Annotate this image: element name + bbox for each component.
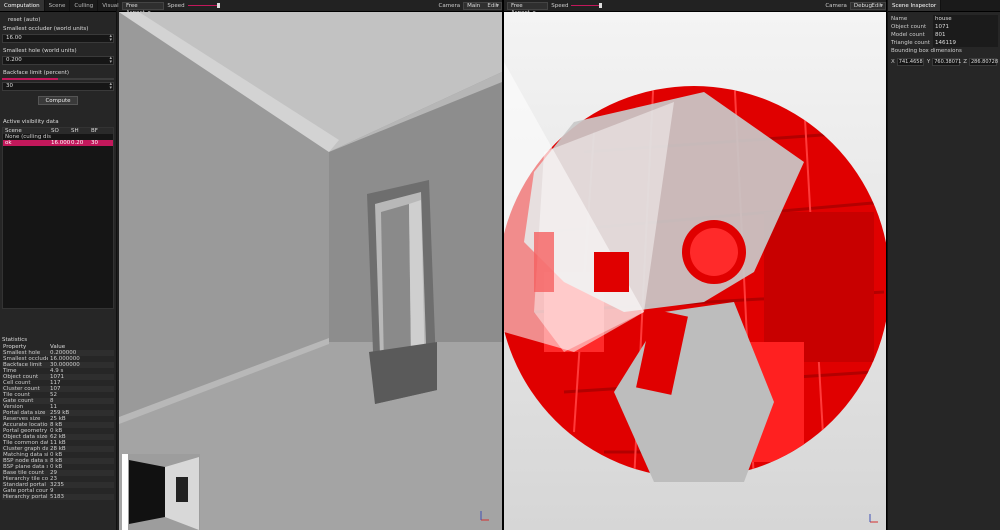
main-speed-label: Speed xyxy=(167,2,185,9)
red-block xyxy=(534,232,554,292)
main-viewport[interactable] xyxy=(119,12,502,530)
inspector-row: Object count 1071 xyxy=(888,23,1000,31)
stat-value: 5183 xyxy=(50,494,64,500)
inspector-row: Model count 801 xyxy=(888,31,1000,39)
bbox-y-field[interactable]: 760.38071 xyxy=(932,58,961,66)
inspector-tabbar: Scene Inspector xyxy=(888,0,1000,12)
statistics-table: Property Value Smallest hole 0.200000 Smal… xyxy=(2,344,114,500)
slider-handle[interactable] xyxy=(599,2,603,8)
inspector-row: Triangle count 146119 xyxy=(888,39,1000,47)
spin-arrows-icon[interactable]: ▴ ▾ xyxy=(109,82,112,91)
computation-panel: Computation Scene Culling Visualizations… xyxy=(0,0,145,530)
main-camera-label: Camera xyxy=(438,2,461,9)
bbox-label: Bounding box dimensions xyxy=(891,48,962,54)
smallest-hole-value: 0.200 xyxy=(6,57,22,63)
tab-computation[interactable]: Computation xyxy=(0,0,45,11)
inspector-row: Name house xyxy=(888,15,1000,23)
visibility-data-title: Active visibility data xyxy=(3,119,59,125)
main-viewport-toolbar: Free Aspect▾ Speed Camera Main▾ Edit xyxy=(119,0,502,16)
visibility-data-table: Scene SO SH BF None (culling disabl.. ok… xyxy=(2,127,114,309)
debug-speed-label: Speed xyxy=(551,2,569,9)
smallest-hole-label: Smallest hole (world units) xyxy=(3,48,77,54)
smallest-hole-input[interactable]: 0.200 ▴ ▾ xyxy=(2,56,114,65)
table-row[interactable]: ok 16.000 0.20 30 xyxy=(3,140,113,146)
tab-culling[interactable]: Culling xyxy=(70,0,99,11)
main-aspect-dropdown[interactable]: Free Aspect▾ xyxy=(122,1,165,16)
left-tabbar: Computation Scene Culling Visualizations xyxy=(0,0,145,12)
bbox-x-field[interactable]: 741.4658 xyxy=(896,58,924,66)
door-panel xyxy=(381,204,411,367)
backface-label: Backface limit (percent) xyxy=(3,70,70,76)
spin-arrows-icon[interactable]: ▴ ▾ xyxy=(109,56,112,65)
table-row[interactable]: Hierarchy portal co..5183 xyxy=(2,494,114,500)
red-block xyxy=(594,252,629,292)
main-scene-render xyxy=(119,12,502,530)
main-edit-button[interactable]: Edit xyxy=(487,3,498,9)
stat-property: Hierarchy portal co.. xyxy=(3,494,48,500)
reset-button[interactable]: reset (auto) xyxy=(5,16,43,24)
debug-camera-label: Camera xyxy=(825,2,847,9)
minimap-door xyxy=(176,477,188,502)
debug-viewport-toolbar: Free Aspect▾ Speed Camera Debug▾ Edit xyxy=(504,0,886,16)
statistics-title: Statistics xyxy=(2,337,28,343)
compute-button[interactable]: Compute xyxy=(38,96,78,105)
inspector-properties: Name house Object count 1071 Model count 80… xyxy=(888,12,1000,66)
debug-viewport[interactable] xyxy=(504,12,886,530)
backface-slider-fill xyxy=(2,78,58,80)
smallest-occluder-value: 16.00 xyxy=(6,35,22,41)
scene-inspector-panel: Scene Inspector Name house Object count 10… xyxy=(887,0,1000,530)
smallest-occluder-label: Smallest occluder (world units) xyxy=(3,26,89,32)
slider-handle[interactable] xyxy=(216,2,220,8)
debug-edit-button[interactable]: Edit xyxy=(871,3,882,9)
minimap-wall xyxy=(129,460,165,524)
backface-slider[interactable] xyxy=(2,78,114,80)
main-speed-slider[interactable] xyxy=(187,2,220,8)
debug-scene-render xyxy=(504,12,886,530)
tab-scene-inspector[interactable]: Scene Inspector xyxy=(888,0,942,11)
bbox-fields: X 741.4658 Y 760.38071 Z 286.80728 xyxy=(891,58,999,66)
backface-input[interactable]: 30 ▴ ▾ xyxy=(2,82,114,91)
debug-aspect-dropdown[interactable]: Free Aspect▾ xyxy=(507,1,549,16)
spin-arrows-icon[interactable]: ▴ ▾ xyxy=(109,34,112,43)
bbox-z-field[interactable]: 286.80728 xyxy=(969,58,998,66)
minimap-edge xyxy=(122,454,128,530)
tab-scene[interactable]: Scene xyxy=(45,0,71,11)
smallest-occluder-input[interactable]: 16.00 ▴ ▾ xyxy=(2,34,114,43)
debug-speed-slider[interactable] xyxy=(571,2,603,8)
central-round-room-inner xyxy=(690,228,738,276)
backface-value: 30 xyxy=(6,83,13,89)
